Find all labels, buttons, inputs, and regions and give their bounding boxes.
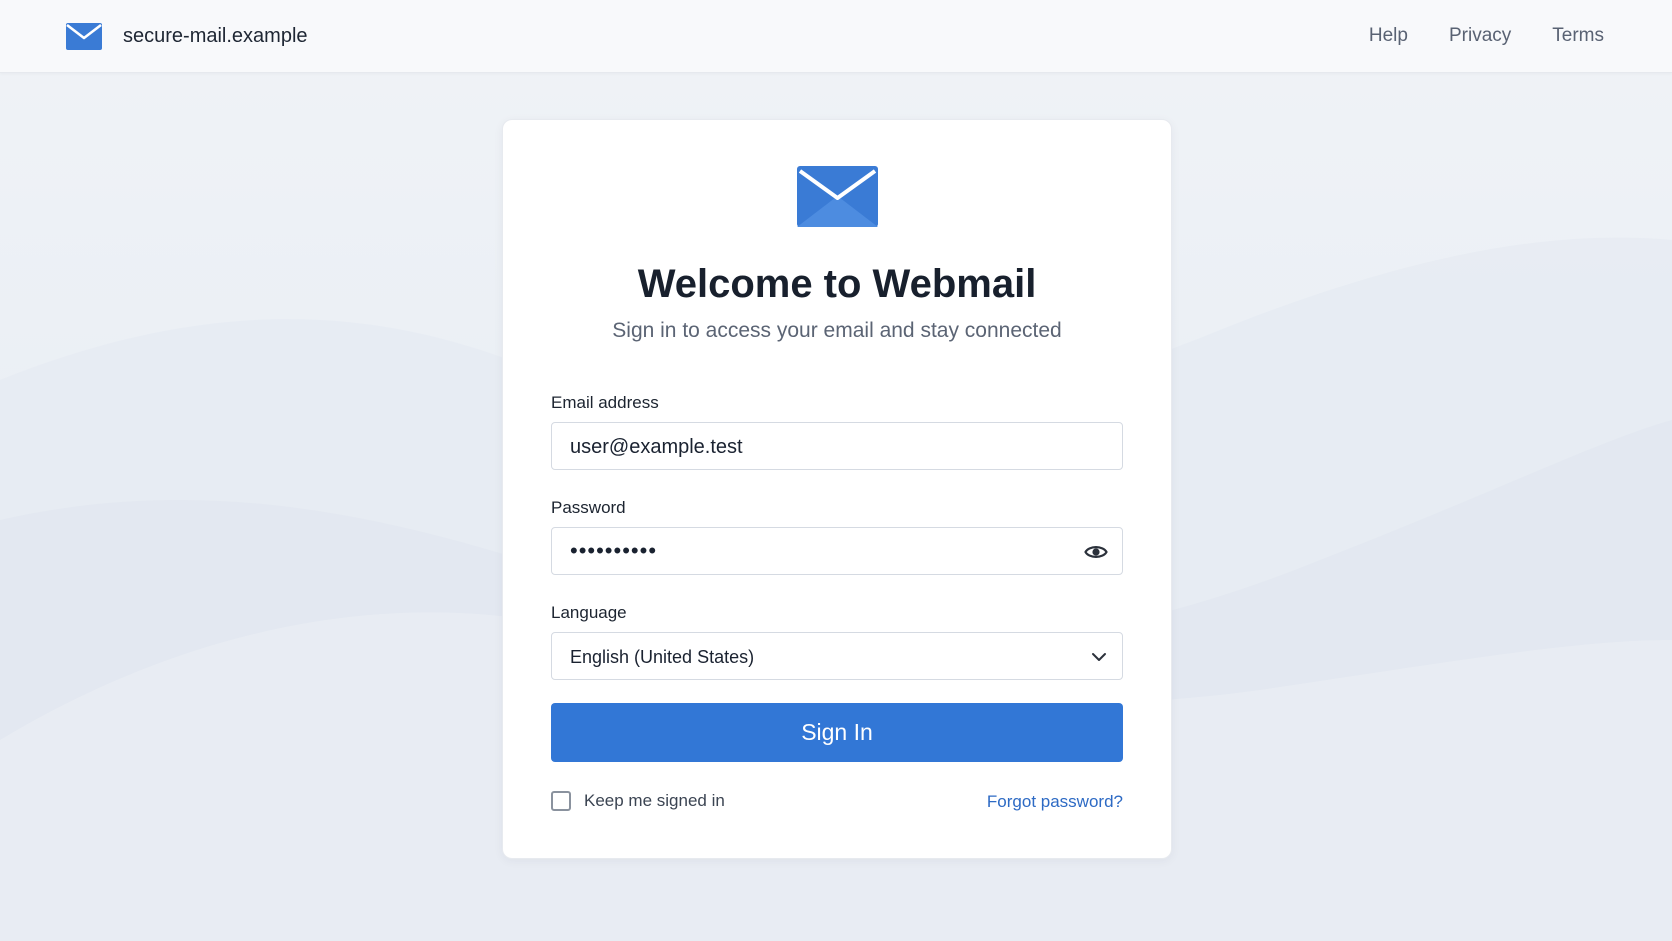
nav-terms-link[interactable]: Terms	[1552, 24, 1604, 48]
top-bar: secure-mail.example Help Privacy Terms	[0, 0, 1672, 73]
keep-signed-in-checkbox[interactable]	[551, 791, 571, 811]
login-card: Welcome to Webmail Sign in to access you…	[502, 119, 1172, 859]
email-field[interactable]: user@example.test	[551, 422, 1123, 470]
envelope-icon	[797, 166, 878, 227]
sign-in-button[interactable]: Sign In	[551, 703, 1123, 762]
top-nav: Help Privacy Terms	[1369, 24, 1604, 48]
chevron-down-icon	[1092, 653, 1106, 661]
envelope-icon	[66, 23, 102, 50]
eye-icon[interactable]	[1084, 541, 1108, 563]
password-value: ••••••••••	[570, 538, 658, 563]
keep-signed-in-option[interactable]: Keep me signed in	[551, 790, 725, 812]
page-title: Welcome to Webmail	[637, 262, 1037, 306]
nav-privacy-link[interactable]: Privacy	[1449, 24, 1511, 48]
keep-signed-in-label: Keep me signed in	[584, 791, 725, 810]
site-name: secure-mail.example	[123, 25, 308, 47]
language-value: English (United States)	[570, 647, 755, 667]
language-select[interactable]: English (United States)	[551, 632, 1123, 680]
email-value: user@example.test	[570, 436, 743, 458]
password-label: Password	[551, 498, 626, 517]
password-field[interactable]: ••••••••••	[551, 527, 1123, 575]
forgot-password-link[interactable]: Forgot password?	[987, 791, 1123, 813]
language-label: Language	[551, 603, 627, 622]
nav-help-link[interactable]: Help	[1369, 24, 1408, 48]
email-label: Email address	[551, 393, 659, 412]
page-subtitle: Sign in to access your email and stay co…	[612, 319, 1062, 342]
